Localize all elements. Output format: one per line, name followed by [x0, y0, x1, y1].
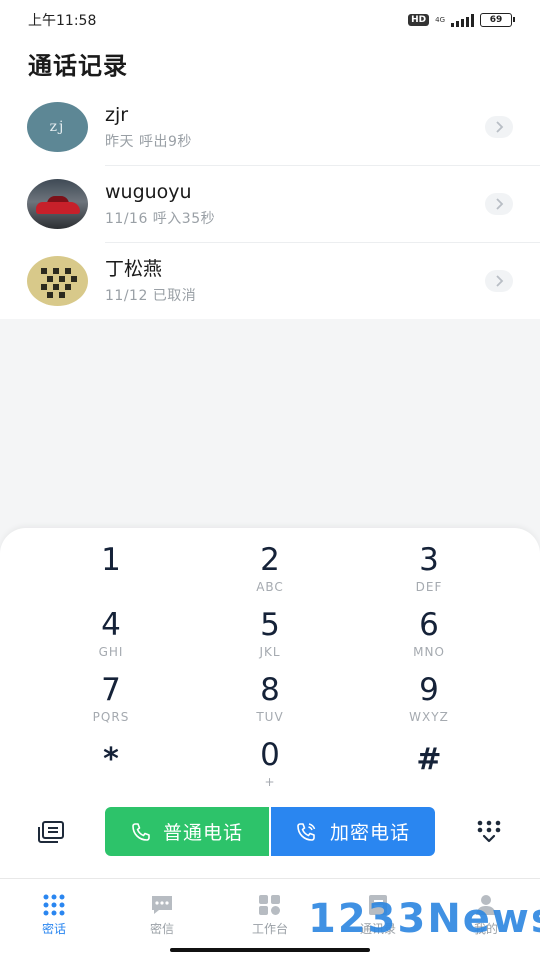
key-digit: 5 — [260, 607, 280, 643]
dial-key-hash[interactable]: # — [369, 742, 489, 802]
signal-icon — [451, 13, 474, 27]
call-log-item[interactable]: 丁松燕 11/12 已取消 — [0, 242, 540, 319]
dial-key-star[interactable]: * — [51, 742, 171, 802]
call-meta: 11/12 已取消 — [105, 287, 197, 304]
dial-key-4[interactable]: 4 GHI — [51, 607, 171, 667]
call-info: zjr 昨天 呼出9秒 — [105, 103, 485, 151]
battery-icon: 69 — [480, 13, 515, 27]
call-info: wuguoyu 11/16 呼入35秒 — [105, 180, 485, 228]
call-log-list: zj zjr 昨天 呼出9秒 wuguoyu 11/16 呼入35秒 丁松燕 1… — [0, 88, 540, 319]
tab-mihua[interactable]: 密话 — [0, 879, 108, 960]
key-digit: 7 — [101, 672, 121, 708]
key-letters: JKL — [259, 645, 281, 659]
home-indicator[interactable] — [170, 948, 370, 952]
call-info: 丁松燕 11/12 已取消 — [105, 257, 485, 305]
tab-label: 密信 — [149, 922, 174, 936]
header: 通话记录 — [0, 40, 540, 88]
key-digit: 9 — [419, 672, 439, 708]
dial-key-9[interactable]: 9 WXYZ — [369, 672, 489, 732]
key-digit: 0 — [260, 737, 280, 773]
status-bar: 上午11:58 HD 4G 69 — [0, 0, 540, 40]
avatar: zj — [27, 101, 88, 152]
key-letters: ABC — [256, 580, 284, 594]
normal-call-button[interactable]: 普通电话 — [105, 807, 269, 856]
dial-key-1[interactable]: 1 — [51, 542, 171, 602]
dial-key-5[interactable]: 5 JKL — [210, 607, 330, 667]
key-letters: MNO — [413, 645, 445, 659]
tab-label: 密话 — [41, 922, 66, 936]
key-digit: 2 — [260, 542, 280, 578]
key-digit: 6 — [419, 607, 439, 643]
copy-icon[interactable] — [34, 815, 68, 849]
avatar — [27, 178, 88, 229]
call-log-item[interactable]: zj zjr 昨天 呼出9秒 — [0, 88, 540, 165]
dial-key-6[interactable]: 6 MNO — [369, 607, 489, 667]
key-digit: # — [416, 742, 442, 777]
workbench-icon — [259, 895, 280, 915]
dial-key-0[interactable]: 0 + — [210, 737, 330, 797]
key-letters: GHI — [98, 645, 124, 659]
chevron-right-icon[interactable] — [485, 115, 513, 138]
contact-name: 丁松燕 — [105, 257, 163, 280]
key-letters: PQRS — [92, 710, 130, 724]
contact-name: zjr — [105, 103, 129, 126]
dial-key-8[interactable]: 8 TUV — [210, 672, 330, 732]
key-letters: WXYZ — [409, 710, 449, 724]
tab-label: 工作台 — [251, 922, 288, 936]
phone-waves-icon — [297, 822, 316, 841]
watermark-text: 1233News — [308, 896, 540, 942]
chevron-right-icon[interactable] — [485, 192, 513, 215]
key-digit: 3 — [419, 542, 439, 578]
hd-badge: HD — [408, 14, 430, 26]
dial-key-3[interactable]: 3 DEF — [369, 542, 489, 602]
page-title: 通话记录 — [28, 52, 128, 80]
network-type: 4G — [435, 16, 445, 24]
avatar — [27, 255, 88, 306]
battery-level: 69 — [489, 15, 503, 25]
dialpad-toggle-icon[interactable] — [472, 815, 506, 849]
dial-key-2[interactable]: 2 ABC — [210, 542, 330, 602]
call-action-row: 普通电话 加密电话 — [0, 807, 540, 856]
contact-name: wuguoyu — [105, 180, 192, 203]
status-time: 上午11:58 — [28, 13, 97, 29]
call-log-item[interactable]: wuguoyu 11/16 呼入35秒 — [0, 165, 540, 242]
call-meta: 11/16 呼入35秒 — [105, 210, 216, 227]
key-letters: DEF — [415, 580, 443, 594]
key-digit: 4 — [101, 607, 121, 643]
dialpad-grid-icon — [43, 894, 65, 916]
dialpad: 1 2 ABC 3 DEF 4 GHI 5 JKL 6 MNO 7 PQRS 8… — [0, 528, 540, 880]
encrypted-call-label: 加密电话 — [329, 822, 410, 844]
encrypted-call-button[interactable]: 加密电话 — [271, 807, 435, 856]
chevron-right-icon[interactable] — [485, 269, 513, 292]
key-digit: * — [103, 742, 119, 777]
key-digit: 1 — [101, 542, 121, 578]
status-indicators: HD 4G 69 — [408, 13, 515, 27]
message-icon — [152, 896, 172, 914]
key-letters: TUV — [256, 710, 284, 724]
phone-icon — [132, 822, 150, 841]
call-meta: 昨天 呼出9秒 — [105, 133, 192, 150]
key-digit: 8 — [260, 672, 280, 708]
avatar-initials: zj — [49, 118, 66, 135]
key-letters: + — [264, 775, 276, 789]
normal-call-label: 普通电话 — [162, 822, 243, 844]
dial-key-7[interactable]: 7 PQRS — [51, 672, 171, 732]
